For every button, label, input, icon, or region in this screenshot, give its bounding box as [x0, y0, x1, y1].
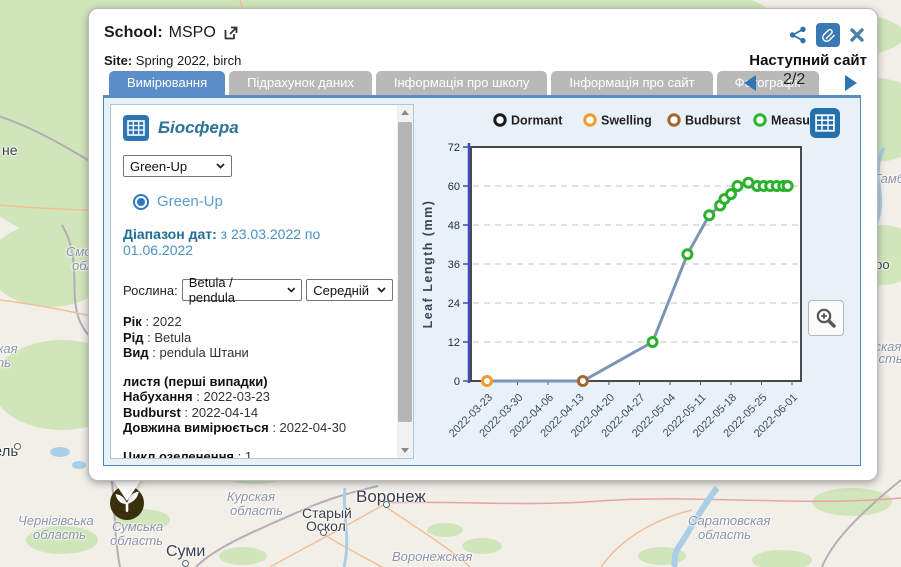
- map-label-city: Суми: [166, 544, 205, 560]
- map-label-region: область: [0, 356, 11, 369]
- school-label: School:: [104, 24, 163, 42]
- open-external-icon[interactable]: [222, 24, 240, 42]
- chart-table-icon[interactable]: [810, 108, 840, 138]
- aggregate-select-value: Середній: [313, 283, 369, 298]
- map-label-region: Чернігівська: [18, 514, 94, 527]
- date-range: Діапазон дат: з 23.03.2022 по 01.06.2022: [123, 226, 393, 258]
- map-label-region: Курская: [227, 490, 275, 503]
- y-axis-label: Leaf Length (mm): [421, 200, 435, 329]
- legend-label: Swelling: [601, 114, 652, 128]
- site-popup: School: MSPO: [88, 8, 878, 481]
- legend-label: Dormant: [511, 114, 563, 128]
- plant-select[interactable]: Betula / pendula: [182, 279, 303, 301]
- data-point-measurable[interactable]: [733, 182, 742, 191]
- chart-panel: DormantSwellingBudburstMeasurable0122436…: [418, 98, 860, 465]
- detail-group: Цикл озеленення : 1Тип рослинності : дер…: [123, 449, 393, 460]
- scroll-down-icon[interactable]: [397, 443, 413, 458]
- popup-title-row: School: MSPO: [104, 24, 240, 42]
- detail-line: Рід : Betula: [123, 330, 393, 346]
- city-dot: [182, 560, 189, 567]
- data-point-measurable[interactable]: [705, 211, 714, 220]
- map-label-region: область: [230, 504, 283, 517]
- section-title: Біосфера: [158, 118, 239, 138]
- detail-line: Довжина вимірюється : 2022-04-30: [123, 420, 393, 436]
- tab-site-info[interactable]: Інформація про сайт: [551, 71, 712, 95]
- map-label-region: Могилёвская: [0, 342, 18, 355]
- data-point-budburst[interactable]: [578, 377, 587, 386]
- legend-swatch-swelling: [585, 115, 595, 125]
- protocol-select-value: Green-Up: [130, 159, 187, 174]
- site-value: Spring 2022, birch: [136, 53, 242, 68]
- city-dot: [320, 529, 327, 536]
- zoom-in-icon[interactable]: [808, 300, 844, 336]
- site-row: Site: Spring 2022, birch: [104, 53, 241, 68]
- y-tick-label: 0: [454, 376, 460, 388]
- data-point-swelling[interactable]: [483, 377, 492, 386]
- plant-select-value: Betula / pendula: [189, 275, 279, 305]
- protocol-select[interactable]: Green-Up: [123, 155, 232, 177]
- city-dot: [14, 443, 21, 450]
- legend-swatch-budburst: [669, 115, 679, 125]
- map-label-region: область: [33, 528, 86, 541]
- site-label: Site:: [104, 53, 132, 68]
- city-dot: [383, 501, 390, 508]
- next-site-label: Наступний сайт: [749, 52, 867, 69]
- date-range-label: Діапазон дат:: [123, 226, 217, 242]
- map-label-region: Воронежская: [392, 550, 472, 563]
- panel-scrollbar[interactable]: [397, 105, 413, 458]
- next-site-arrow-icon[interactable]: [845, 75, 857, 91]
- detail-line: Budburst : 2022-04-14: [123, 405, 393, 421]
- chevron-down-icon: [287, 287, 296, 293]
- data-table-icon[interactable]: [123, 115, 149, 141]
- map-label-city: не: [2, 143, 18, 157]
- tab-measurements[interactable]: Вимірювання: [109, 71, 225, 95]
- detail-group: листя (перші випадки)Набухання : 2022-03…: [123, 374, 393, 436]
- chevron-down-icon: [216, 163, 225, 169]
- y-tick-label: 72: [448, 142, 460, 154]
- scroll-up-icon[interactable]: [397, 105, 413, 120]
- tab-bar: Вимірювання Підрахунок даних Інформація …: [109, 71, 819, 95]
- detail-group: Рік : 2022Рід : BetulaВид : pendula Штан…: [123, 314, 393, 361]
- map-label-region: Саратовская: [688, 514, 770, 527]
- map-label-region: область: [110, 534, 163, 547]
- y-tick-label: 24: [448, 298, 460, 310]
- prev-site-arrow-icon[interactable]: [744, 75, 756, 91]
- data-point-measurable[interactable]: [648, 338, 657, 347]
- permalink-paperclip-icon[interactable]: [816, 23, 840, 47]
- map-label-city: Воронеж: [356, 488, 426, 505]
- site-pager: 2/2: [783, 71, 805, 89]
- greenup-radio[interactable]: [133, 194, 149, 210]
- detail-line: Цикл озеленення : 1: [123, 449, 393, 460]
- y-tick-label: 12: [448, 337, 460, 349]
- detail-line: Рік : 2022: [123, 314, 393, 330]
- tab-data-count[interactable]: Підрахунок даних: [229, 71, 372, 95]
- data-point-measurable[interactable]: [683, 250, 692, 259]
- close-icon[interactable]: [849, 27, 865, 43]
- data-point-measurable[interactable]: [783, 182, 792, 191]
- y-tick-label: 48: [448, 220, 460, 232]
- plant-label: Рослина:: [123, 283, 178, 298]
- school-name: MSPO: [169, 24, 216, 42]
- tab-content: Біосфера Green-Up Green-Up Діапазон дат:…: [103, 95, 861, 466]
- chevron-down-icon: [377, 287, 386, 293]
- map-label-region: область: [698, 528, 751, 541]
- aggregate-select[interactable]: Середній: [306, 279, 393, 301]
- data-point-measurable[interactable]: [727, 190, 736, 199]
- y-tick-label: 60: [448, 181, 460, 193]
- greenup-radio-label: Green-Up: [157, 193, 223, 210]
- detail-line: Набухання : 2022-03-23: [123, 389, 393, 405]
- tab-school-info[interactable]: Інформація про школу: [376, 71, 548, 95]
- y-tick-label: 36: [448, 259, 460, 271]
- measurement-details: Рік : 2022Рід : BetulaВид : pendula Штан…: [123, 314, 393, 459]
- legend-swatch-dormant: [495, 115, 505, 125]
- measurements-panel: Біосфера Green-Up Green-Up Діапазон дат:…: [110, 104, 414, 459]
- legend-swatch-measurable: [755, 115, 765, 125]
- share-icon[interactable]: [789, 26, 807, 44]
- scrollbar-thumb[interactable]: [398, 122, 412, 422]
- detail-line: Вид : pendula Штани: [123, 345, 393, 361]
- leaf-length-chart: DormantSwellingBudburstMeasurable0122436…: [418, 98, 860, 454]
- legend-label: Budburst: [685, 114, 741, 128]
- detail-heading: листя (перші випадки): [123, 374, 393, 390]
